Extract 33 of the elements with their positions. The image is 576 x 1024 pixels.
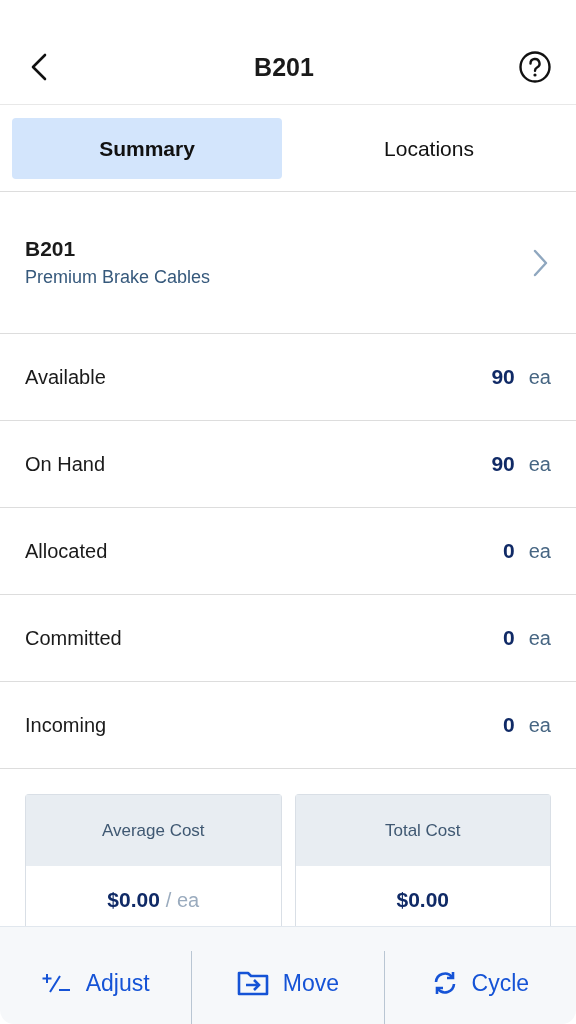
quantity-label: Allocated [25,539,108,563]
cost-value: $0.00 [107,888,160,912]
quantity-value: 90 [491,365,515,389]
cycle-button[interactable]: Cycle [384,951,576,1024]
help-button[interactable] [518,50,552,84]
unit-label: ea [528,366,551,389]
unit-label: ea [528,540,551,563]
move-button[interactable]: Move [192,951,384,1024]
quantity-label: Committed [25,626,122,650]
item-name: Premium Brake Cables [25,267,211,288]
unit-label: ea [528,627,551,650]
adjust-button[interactable]: Adjust [0,951,192,1024]
card-title: Total Cost [295,795,550,866]
plus-minus-icon [41,972,72,994]
tab[interactable]: Locations [294,118,564,179]
card-title: Average Cost [26,795,281,866]
unit-label: ea [528,714,551,737]
quantity-label: Available [25,365,106,389]
quantity-value: 90 [491,452,515,476]
quantity-value: 0 [503,713,515,737]
cost-value: $0.00 [396,888,450,912]
quantity-label: On Hand [25,452,106,476]
chevron-right-icon [532,248,548,277]
screen-title: B201 [254,52,314,82]
quantity-value: 0 [503,626,515,650]
unit-label: ea [528,453,551,476]
quantity-value: 0 [503,539,515,563]
tab[interactable]: Summary [12,118,282,179]
folder-arrow-icon [236,970,269,996]
item-code: B201 [25,237,77,261]
item-row[interactable]: B201 Premium Brake Cables [0,192,576,334]
quantity-label: Incoming [25,713,107,737]
unit-label: / ea [165,889,200,912]
